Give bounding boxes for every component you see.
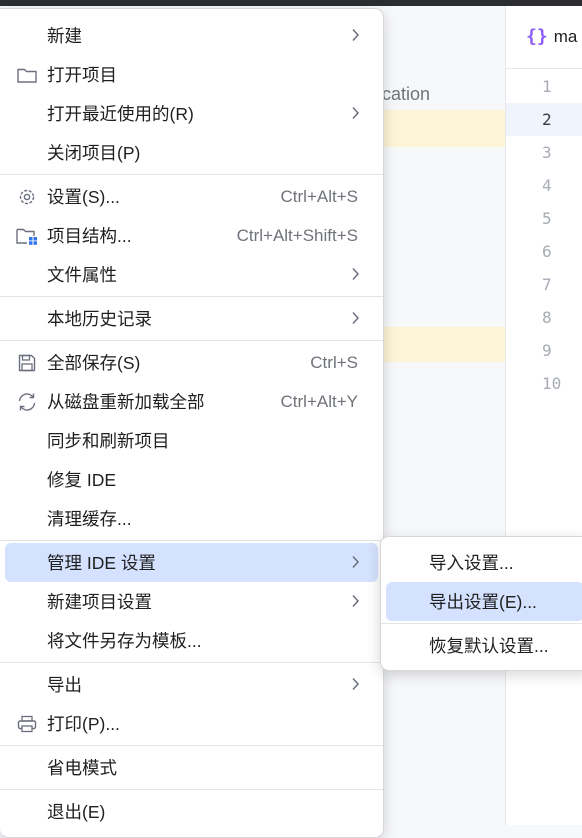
- menu-separator: [0, 340, 383, 341]
- chevron-right-icon: [352, 311, 360, 325]
- shortcut-label: Ctrl+Alt+Shift+S: [236, 225, 358, 245]
- project-structure-icon: [16, 225, 38, 247]
- menu-item-close-project[interactable]: 关闭项目(P): [5, 133, 378, 172]
- menu-item-label: 退出(E): [47, 802, 106, 822]
- line-number: 7: [542, 275, 552, 294]
- refresh-icon: [16, 391, 38, 413]
- menu-item-label: 新建: [47, 26, 82, 46]
- chevron-right-icon: [352, 28, 360, 42]
- menu-item-label: 关闭项目(P): [47, 143, 141, 163]
- editor-tab[interactable]: {} ma: [526, 26, 577, 47]
- menu-item-label: 文件属性: [47, 265, 117, 285]
- manage-ide-settings-submenu: 导入设置... 导出设置(E)... 恢复默认设置...: [380, 536, 582, 671]
- menu-item-label: 修复 IDE: [47, 470, 117, 490]
- menu-item-open-project[interactable]: 打开项目: [5, 55, 378, 94]
- menu-item-power-save-mode[interactable]: 省电模式: [5, 748, 378, 787]
- json-file-icon: {}: [526, 26, 548, 47]
- menu-item-label: 将文件另存为模板...: [47, 631, 202, 651]
- menu-separator: [0, 662, 383, 663]
- shortcut-label: Ctrl+Alt+S: [280, 186, 358, 206]
- line-number: 3: [542, 143, 552, 162]
- menu-item-label: 导出设置(E)...: [429, 592, 537, 612]
- menu-item-label: 全部保存(S): [47, 353, 141, 373]
- line-number: 6: [542, 242, 552, 261]
- line-number: 5: [542, 209, 552, 228]
- menu-item-new[interactable]: 新建: [5, 16, 378, 55]
- menu-item-label: 导入设置...: [429, 553, 514, 573]
- menu-item-invalidate-caches[interactable]: 清理缓存...: [5, 499, 378, 538]
- menu-item-sync-refresh[interactable]: 同步和刷新项目: [5, 421, 378, 460]
- line-number: 8: [542, 308, 552, 327]
- menu-item-repair-ide[interactable]: 修复 IDE: [5, 460, 378, 499]
- line-number-current: 2: [506, 103, 582, 136]
- menu-item-export-settings[interactable]: 导出设置(E)...: [386, 582, 582, 621]
- line-number-gutter: 1 2 3 4 5 6 7 8 9 10: [506, 70, 582, 400]
- printer-icon: [16, 713, 38, 735]
- chevron-right-icon: [352, 555, 360, 569]
- menu-item-label: 同步和刷新项目: [47, 431, 170, 451]
- editor-panel: {} ma 1 2 3 4 5 6 7 8 9 10: [505, 6, 582, 825]
- menu-separator: [381, 623, 582, 624]
- menu-item-label: 从磁盘重新加载全部: [47, 392, 205, 412]
- chevron-right-icon: [352, 267, 360, 281]
- menu-item-file-properties[interactable]: 文件属性: [5, 255, 378, 294]
- file-menu: 新建 打开项目 打开最近使用的(R) 关闭项目(P) 设置(S)... Ctrl…: [0, 8, 384, 838]
- menu-item-save-as-template[interactable]: 将文件另存为模板...: [5, 621, 378, 660]
- folder-icon: [16, 64, 38, 86]
- menu-separator: [0, 745, 383, 746]
- chevron-right-icon: [352, 106, 360, 120]
- menu-item-print[interactable]: 打印(P)...: [5, 704, 378, 743]
- menu-item-label: 设置(S)...: [47, 187, 120, 207]
- menu-item-label: 打开项目: [47, 65, 117, 85]
- menu-separator: [0, 174, 383, 175]
- menu-item-label: 项目结构...: [47, 226, 132, 246]
- menu-separator: [0, 296, 383, 297]
- shortcut-label: Ctrl+Alt+Y: [280, 391, 358, 411]
- menu-item-open-recent[interactable]: 打开最近使用的(R): [5, 94, 378, 133]
- menu-separator: [0, 789, 383, 790]
- menu-item-label: 新建项目设置: [47, 592, 152, 612]
- menu-item-label: 导出: [47, 675, 82, 695]
- tree-highlight-row: [378, 327, 505, 362]
- chevron-right-icon: [352, 677, 360, 691]
- menu-separator: [0, 540, 383, 541]
- tree-highlight-row: [378, 110, 505, 147]
- chevron-right-icon: [352, 594, 360, 608]
- menu-item-label: 打印(P)...: [47, 714, 120, 734]
- menu-item-label: 打开最近使用的(R): [47, 104, 194, 124]
- line-number: 9: [542, 341, 552, 360]
- line-number: 4: [542, 176, 552, 195]
- menu-item-reload-from-disk[interactable]: 从磁盘重新加载全部 Ctrl+Alt+Y: [5, 382, 378, 421]
- menu-item-save-all[interactable]: 全部保存(S) Ctrl+S: [5, 343, 378, 382]
- save-icon: [16, 352, 38, 374]
- menu-item-label: 清理缓存...: [47, 509, 132, 529]
- menu-item-project-structure[interactable]: 项目结构... Ctrl+Alt+Shift+S: [5, 216, 378, 255]
- menu-item-label: 恢复默认设置...: [429, 636, 549, 656]
- line-number: 1: [542, 77, 552, 96]
- editor-tab-label: ma: [553, 26, 578, 46]
- menu-item-restore-defaults[interactable]: 恢复默认设置...: [386, 626, 582, 665]
- menu-item-new-project-settings[interactable]: 新建项目设置: [5, 582, 378, 621]
- shortcut-label: Ctrl+S: [310, 352, 358, 372]
- menu-item-label: 省电模式: [47, 758, 117, 778]
- menu-item-label: 本地历史记录: [47, 309, 152, 329]
- menu-item-manage-ide-settings[interactable]: 管理 IDE 设置: [5, 543, 378, 582]
- gear-icon: [16, 186, 38, 208]
- menu-item-import-settings[interactable]: 导入设置...: [386, 543, 582, 582]
- menu-item-export[interactable]: 导出: [5, 665, 378, 704]
- menu-item-settings[interactable]: 设置(S)... Ctrl+Alt+S: [5, 177, 378, 216]
- line-number: 10: [542, 374, 562, 393]
- menu-item-local-history[interactable]: 本地历史记录: [5, 299, 378, 338]
- menu-item-label: 管理 IDE 设置: [47, 553, 156, 573]
- editor-tab-bar: {} ma: [506, 6, 582, 69]
- menu-item-exit[interactable]: 退出(E): [5, 792, 378, 831]
